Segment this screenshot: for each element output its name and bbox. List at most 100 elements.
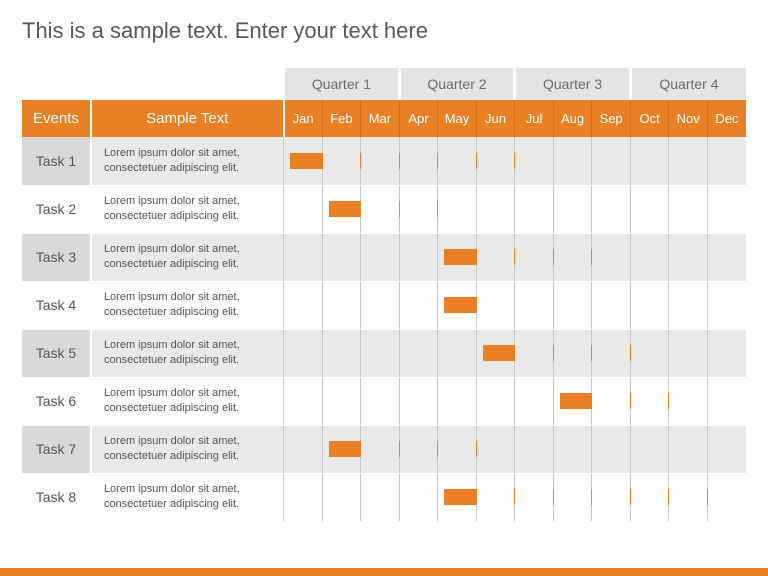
month-label: Feb [322,100,361,137]
timeline-cell [630,425,669,473]
timeline-cell [361,281,400,329]
timeline-cell [438,281,477,329]
task-description: Lorem ipsum dolor sit amet, consectetuer… [91,377,284,425]
month-label: Jul [515,100,554,137]
task-description: Lorem ipsum dolor sit amet, consectetuer… [91,329,284,377]
quarter-label: Quarter 1 [284,68,400,100]
timeline-cell [592,137,631,185]
timeline-cell [592,425,631,473]
month-header-row: Events Sample Text Jan Feb Mar Apr May J… [22,100,746,137]
sample-text-header: Sample Text [91,100,284,137]
timeline-cell [515,425,554,473]
quarter-label: Quarter 2 [399,68,515,100]
quarter-label: Quarter 4 [630,68,746,100]
timeline-cell [630,233,669,281]
timeline-cell [592,281,631,329]
timeline-cell [515,377,554,425]
table-row: Task 2Lorem ipsum dolor sit amet, consec… [22,185,746,233]
timeline-cell [553,425,592,473]
timeline-cell [284,233,323,281]
timeline-cell [553,185,592,233]
task-name: Task 2 [22,185,91,233]
timeline-cell [553,281,592,329]
gantt-bar [444,297,477,313]
timeline-cell [669,425,708,473]
timeline-cell [592,377,631,425]
timeline-cell [361,329,400,377]
task-name: Task 8 [22,473,91,521]
footer-accent-bar [0,568,768,576]
timeline-cell [476,137,515,185]
task-description: Lorem ipsum dolor sit amet, consectetuer… [91,425,284,473]
timeline-cell [476,473,515,521]
timeline-cell [515,473,554,521]
timeline-cell [669,377,708,425]
timeline-cell [438,233,477,281]
events-header: Events [22,100,91,137]
timeline-cell [361,137,400,185]
timeline-cell [284,137,323,185]
task-name: Task 5 [22,329,91,377]
timeline-cell [553,473,592,521]
table-row: Task 7Lorem ipsum dolor sit amet, consec… [22,425,746,473]
timeline-cell [438,185,477,233]
month-label: Oct [630,100,669,137]
timeline-cell [284,329,323,377]
timeline-cell [322,233,361,281]
month-label: Apr [399,100,438,137]
timeline-cell [553,137,592,185]
timeline-cell [399,185,438,233]
task-name: Task 6 [22,377,91,425]
timeline-cell [669,473,708,521]
gantt-chart: Quarter 1 Quarter 2 Quarter 3 Quarter 4 … [22,68,746,522]
timeline-cell [553,377,592,425]
timeline-cell [707,425,746,473]
timeline-cell [284,425,323,473]
timeline-cell [438,473,477,521]
timeline-cell [707,233,746,281]
timeline-cell [476,185,515,233]
timeline-cell [476,329,515,377]
timeline-cell [707,185,746,233]
month-label: Mar [361,100,400,137]
quarter-header-row: Quarter 1 Quarter 2 Quarter 3 Quarter 4 [22,68,746,100]
timeline-cell [399,473,438,521]
timeline-cell [322,377,361,425]
timeline-cell [669,137,708,185]
table-row: Task 8Lorem ipsum dolor sit amet, consec… [22,473,746,521]
timeline-cell [438,425,477,473]
timeline-cell [630,329,669,377]
task-description: Lorem ipsum dolor sit amet, consectetuer… [91,137,284,185]
timeline-cell [322,473,361,521]
timeline-cell [630,377,669,425]
table-row: Task 4Lorem ipsum dolor sit amet, consec… [22,281,746,329]
timeline-cell [476,233,515,281]
timeline-cell [707,377,746,425]
task-name: Task 3 [22,233,91,281]
timeline-cell [707,137,746,185]
timeline-cell [476,425,515,473]
task-name: Task 4 [22,281,91,329]
timeline-cell [669,185,708,233]
timeline-cell [399,137,438,185]
timeline-cell [438,377,477,425]
page-title: This is a sample text. Enter your text h… [22,18,746,44]
timeline-cell [322,329,361,377]
month-label: Nov [669,100,708,137]
timeline-cell [284,185,323,233]
task-name: Task 1 [22,137,91,185]
task-description: Lorem ipsum dolor sit amet, consectetuer… [91,473,284,521]
table-row: Task 5Lorem ipsum dolor sit amet, consec… [22,329,746,377]
timeline-cell [284,473,323,521]
task-description: Lorem ipsum dolor sit amet, consectetuer… [91,233,284,281]
timeline-cell [399,377,438,425]
timeline-cell [515,185,554,233]
table-row: Task 6Lorem ipsum dolor sit amet, consec… [22,377,746,425]
timeline-cell [438,137,477,185]
timeline-cell [592,473,631,521]
timeline-cell [707,281,746,329]
timeline-cell [669,329,708,377]
timeline-cell [553,233,592,281]
month-label: Sep [592,100,631,137]
timeline-cell [361,473,400,521]
